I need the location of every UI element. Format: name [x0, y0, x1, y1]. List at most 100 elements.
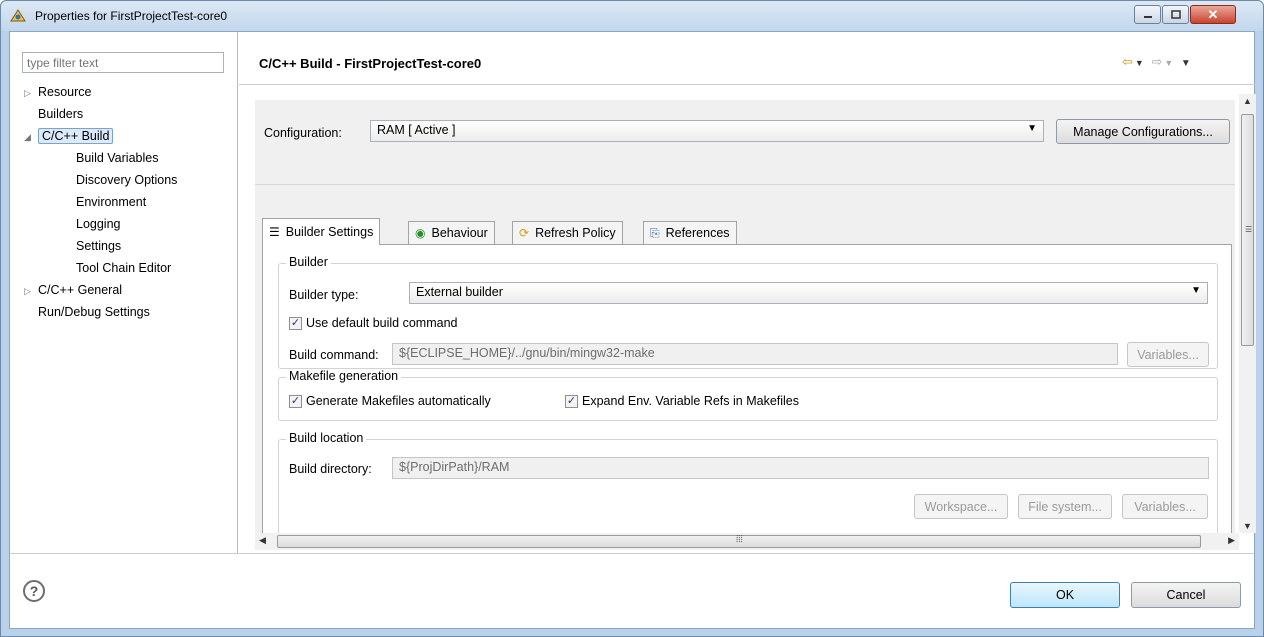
window-title: Properties for FirstProjectTest-core0 [35, 9, 228, 23]
configuration-value: RAM [ Active ] [377, 123, 456, 137]
settings-content: Configuration: RAM [ Active ] ▼ Manage C… [255, 100, 1235, 533]
properties-window: Properties for FirstProjectTest-core0 ✕ … [0, 0, 1264, 637]
configuration-row: Configuration: RAM [ Active ] ▼ Manage C… [255, 100, 1235, 184]
minimize-icon [1143, 15, 1152, 18]
dialog-client-area: ▷Resource Builders ◢C/C++ Build Build Va… [9, 31, 1256, 629]
build-command-label: Build command: [289, 348, 379, 362]
chevron-down-icon: ▼ [1027, 123, 1037, 134]
forward-menu-chevron-icon[interactable]: ▼ [1164, 58, 1175, 68]
forward-arrow-icon[interactable]: ⇨ [1151, 54, 1164, 69]
tree-item-label: Run/Debug Settings [38, 305, 150, 319]
checkbox-checked-icon: ✓ [565, 394, 578, 408]
build-directory-field[interactable]: ${ProjDirPath}/RAM [392, 457, 1209, 479]
ok-button[interactable]: OK [1010, 582, 1120, 608]
tab-label: Refresh Policy [535, 226, 616, 240]
config-divider [255, 184, 1235, 185]
build-directory-label: Build directory: [289, 462, 372, 476]
chevron-down-icon: ▼ [1191, 285, 1201, 296]
scroll-up-icon[interactable]: ▲ [1243, 96, 1252, 106]
generate-makefiles-label: Generate Makefiles automatically [306, 394, 491, 408]
scroll-left-icon[interactable]: ◀ [259, 535, 266, 546]
builder-settings-panel: Builder Builder type: External builder ▼… [262, 244, 1232, 533]
horizontal-scroll-thumb[interactable]: ⦙⦙⦙ [277, 534, 1201, 548]
tree-item-discovery-options[interactable]: Discovery Options [76, 170, 177, 190]
tab-builder-settings[interactable]: ☰ Builder Settings [262, 218, 381, 245]
makefile-group-title: Makefile generation [286, 369, 402, 383]
workspace-button[interactable]: Workspace... [914, 494, 1008, 519]
builder-group-title: Builder [286, 255, 331, 269]
expand-arrow-icon[interactable]: ▷ [24, 281, 38, 301]
list-icon: ☰ [269, 225, 280, 239]
horizontal-scrollbar[interactable]: ◀ ⦙⦙⦙ ▶ [255, 533, 1239, 550]
builder-type-label: Builder type: [289, 288, 359, 302]
tree-item-resource[interactable]: ▷ Resource [24, 82, 92, 102]
vertical-scroll-thumb[interactable]: ☰ [1241, 114, 1254, 346]
references-icon: ⎘ [650, 225, 660, 240]
page-title: C/C++ Build - FirstProjectTest-core0 [259, 56, 482, 71]
tree-item-logging[interactable]: Logging [76, 214, 121, 234]
file-system-button[interactable]: File system... [1018, 494, 1112, 519]
tree-item-label: C/C++ General [38, 283, 123, 297]
build-location-variables-button[interactable]: Variables... [1122, 494, 1208, 519]
checkbox-checked-icon: ✓ [289, 316, 302, 330]
use-default-command-checkbox[interactable]: ✓ Use default build command [289, 316, 457, 330]
tree-item-settings[interactable]: Settings [76, 236, 121, 256]
grip-icon: ⦙⦙⦙ [736, 534, 743, 545]
maximize-icon [1170, 10, 1181, 19]
eclipse-properties-icon [10, 9, 26, 22]
scroll-down-icon[interactable]: ▼ [1243, 521, 1252, 531]
cancel-button[interactable]: Cancel [1131, 582, 1241, 608]
expand-env-variable-checkbox[interactable]: ✓ Expand Env. Variable Refs in Makefiles [565, 394, 799, 408]
collapse-arrow-icon[interactable]: ◢ [24, 127, 38, 147]
configuration-label: Configuration: [264, 126, 342, 140]
expand-env-variable-label: Expand Env. Variable Refs in Makefiles [582, 394, 800, 408]
build-command-field[interactable]: ${ECLIPSE_HOME}/../gnu/bin/mingw32-make [392, 343, 1118, 365]
tree-item-label: Builders [38, 107, 84, 121]
tree-item-label: Discovery Options [76, 173, 178, 187]
tree-item-label: Tool Chain Editor [76, 261, 172, 275]
header-divider [239, 84, 1255, 85]
back-arrow-icon[interactable]: ⇦ [1122, 54, 1135, 69]
close-icon: ✕ [1207, 6, 1219, 22]
tab-label: Behaviour [431, 226, 488, 240]
build-command-variables-button[interactable]: Variables... [1127, 342, 1209, 367]
expand-arrow-icon[interactable]: ▷ [24, 83, 38, 103]
tree-item-run-debug-settings[interactable]: Run/Debug Settings [38, 302, 150, 322]
history-nav: ⇦▼ ⇨▼ ▼ [1122, 54, 1193, 70]
tree-item-cc-build[interactable]: ◢ C/C++ Build [24, 126, 114, 147]
tab-references[interactable]: ⎘ References [643, 221, 737, 244]
tree-item-label: Logging [76, 217, 121, 231]
makefile-generation-group: Makefile generation ✓ Generate Makefiles… [278, 369, 1218, 421]
builder-type-value: External builder [416, 285, 503, 299]
minimize-button[interactable] [1134, 5, 1161, 24]
help-icon[interactable]: ? [23, 580, 45, 602]
title-bar[interactable]: Properties for FirstProjectTest-core0 ✕ [1, 1, 1263, 31]
vertical-scrollbar[interactable]: ▲ ☰ ▼ [1239, 94, 1256, 533]
footer-divider [10, 553, 1254, 554]
build-location-group: Build location Build directory: ${ProjDi… [278, 431, 1218, 533]
tree-item-builders[interactable]: Builders [38, 104, 83, 124]
tree-item-label: Settings [76, 239, 122, 253]
configuration-select[interactable]: RAM [ Active ] ▼ [370, 120, 1044, 142]
tree-item-environment[interactable]: Environment [76, 192, 146, 212]
tree-item-build-variables[interactable]: Build Variables [76, 148, 158, 168]
manage-configurations-button[interactable]: Manage Configurations... [1056, 119, 1230, 144]
filter-input[interactable] [22, 52, 224, 73]
builder-type-select[interactable]: External builder ▼ [409, 282, 1208, 304]
radio-icon: ◉ [415, 226, 426, 240]
view-menu-chevron-icon[interactable]: ▼ [1181, 58, 1193, 69]
tab-behaviour[interactable]: ◉ Behaviour [408, 221, 495, 244]
tree-item-label: Environment [76, 195, 147, 209]
back-menu-chevron-icon[interactable]: ▼ [1135, 58, 1146, 68]
builder-group: Builder Builder type: External builder ▼… [278, 255, 1218, 369]
tab-label: References [665, 226, 730, 240]
use-default-command-label: Use default build command [306, 316, 458, 330]
build-location-group-title: Build location [286, 431, 367, 445]
scroll-right-icon[interactable]: ▶ [1228, 535, 1235, 546]
tree-item-cc-general[interactable]: ▷ C/C++ General [24, 280, 122, 300]
tree-item-tool-chain-editor[interactable]: Tool Chain Editor [76, 258, 171, 278]
generate-makefiles-checkbox[interactable]: ✓ Generate Makefiles automatically [289, 394, 491, 408]
close-button[interactable]: ✕ [1190, 5, 1236, 24]
maximize-button[interactable] [1162, 5, 1189, 24]
tab-refresh-policy[interactable]: ⟳ Refresh Policy [512, 221, 623, 244]
